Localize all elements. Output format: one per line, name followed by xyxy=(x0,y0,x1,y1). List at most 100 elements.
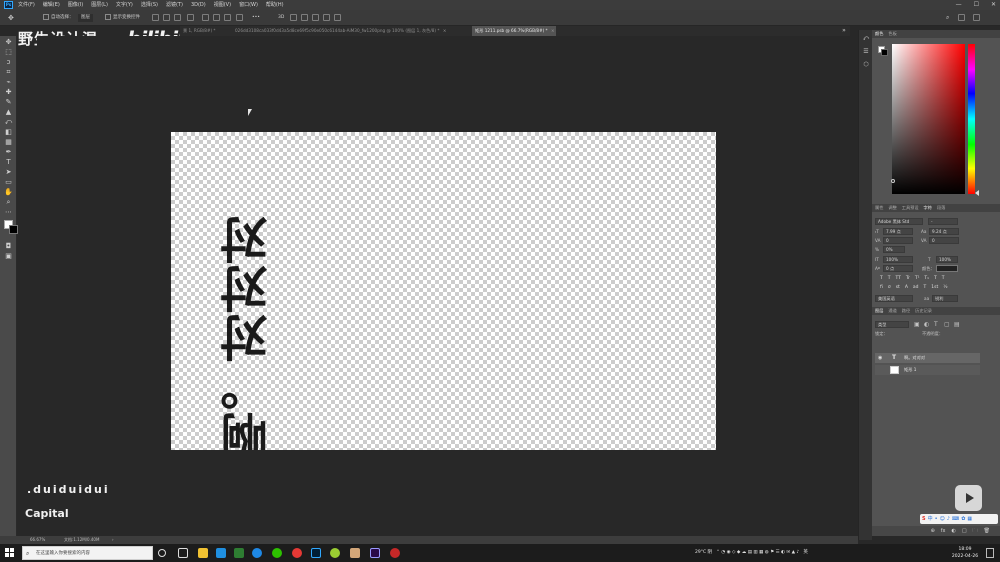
ime-mode-icon[interactable]: 中 xyxy=(928,514,933,524)
layer-filter-select[interactable]: 类型 xyxy=(875,321,909,328)
filter-type-icon[interactable]: T xyxy=(934,321,938,328)
maximize-button[interactable]: ☐ xyxy=(974,0,979,10)
start-button[interactable] xyxy=(5,548,14,557)
menu-window[interactable]: 窗口(W) xyxy=(239,0,258,10)
ime-indicator[interactable]: 英 xyxy=(803,544,808,562)
fractions-button[interactable]: ½ xyxy=(943,284,947,291)
tab-layers[interactable]: 图层 xyxy=(875,307,883,315)
tsume-field[interactable]: 0% xyxy=(883,246,905,253)
more-options-button[interactable]: ••• xyxy=(252,14,260,22)
premiere-icon[interactable] xyxy=(370,548,380,558)
canvas-area[interactable]: 啊。对对对 xyxy=(37,36,850,536)
tray-icons[interactable]: ⌃ ◔ ◉ ◇ ◆ ☁ ▤ ▥ ▦ ◍ ⚑ ☰ ◐ ✉ ▲ ♪ xyxy=(716,544,799,562)
font-family-select[interactable]: Adobe 黑体 Std xyxy=(875,218,923,225)
type-tool-icon[interactable]: T xyxy=(4,158,13,166)
tab-document-2[interactable]: 026dd3108ca033f0d43a5d8ce69f5c90e050c614… xyxy=(232,26,468,36)
eye-icon[interactable]: ◉ xyxy=(878,355,882,361)
3d-scale-icon[interactable] xyxy=(334,14,341,21)
history-brush-icon[interactable]: ⤺ xyxy=(4,118,13,126)
edit-toolbar-icon[interactable]: ⋯ xyxy=(4,208,13,216)
weather-widget[interactable]: 29°C 阴 xyxy=(695,544,712,562)
move-tool-icon[interactable]: ✥ xyxy=(4,38,13,46)
underline-button[interactable]: T xyxy=(934,275,937,282)
tab-paths[interactable]: 路径 xyxy=(902,307,910,315)
tab-document-1[interactable]: 景 1, RGB/8#) * xyxy=(180,26,232,36)
xbox-icon[interactable] xyxy=(234,548,244,558)
tab-properties[interactable]: 属性 xyxy=(875,204,883,212)
ligature-button[interactable]: fi xyxy=(880,284,883,291)
tab-color[interactable]: 颜色 xyxy=(875,30,883,38)
menu-filter[interactable]: 滤镜(T) xyxy=(166,0,183,10)
align-center-icon[interactable] xyxy=(163,14,170,21)
workspace-icon[interactable] xyxy=(958,14,965,21)
hand-tool-icon[interactable]: ✋ xyxy=(4,188,13,196)
strikethrough-button[interactable]: T xyxy=(942,275,945,282)
color-picker-ring[interactable] xyxy=(891,179,895,183)
adjustment-layer-icon[interactable]: ◐ xyxy=(952,526,956,536)
menu-edit[interactable]: 编辑(E) xyxy=(43,0,60,10)
ordinals-2-button[interactable]: 1st xyxy=(931,284,938,291)
menu-file[interactable]: 文件(F) xyxy=(18,0,35,10)
path-select-tool-icon[interactable]: ➤ xyxy=(4,168,13,176)
video-play-icon[interactable] xyxy=(955,485,982,511)
menu-select[interactable]: 选择(S) xyxy=(141,0,158,10)
search-icon[interactable]: ⌕ xyxy=(946,14,949,22)
ime-menu-icon[interactable]: ▦ xyxy=(967,514,972,524)
subscript-button[interactable]: T₁ xyxy=(924,275,929,282)
background-color-swatch[interactable] xyxy=(9,225,18,234)
tab-tool-presets[interactable]: 工具预设 xyxy=(902,204,919,212)
move-tool-icon[interactable]: ✥ xyxy=(8,14,14,22)
3d-pan-icon[interactable] xyxy=(312,14,319,21)
auto-select-checkbox[interactable] xyxy=(43,14,49,20)
leading-field[interactable]: 9.24 点 xyxy=(929,228,959,235)
ime-logo-icon[interactable]: S xyxy=(922,514,926,524)
clock[interactable]: 18:09 2022-04-26 xyxy=(950,546,980,560)
photoshop-taskbar-icon[interactable] xyxy=(311,548,321,558)
tab-overflow-icon[interactable]: » xyxy=(838,26,850,36)
wechat-icon[interactable] xyxy=(272,548,282,558)
distribute-icon[interactable] xyxy=(202,14,209,21)
cortana-icon[interactable] xyxy=(158,549,166,557)
tab-history[interactable]: 历史记录 xyxy=(915,307,932,315)
tab-swatches[interactable]: 色板 xyxy=(888,30,896,38)
app-icon-2[interactable] xyxy=(350,548,360,558)
menu-type[interactable]: 文字(Y) xyxy=(116,0,133,10)
brush-tool-icon[interactable]: ✎ xyxy=(4,98,13,106)
font-style-select[interactable]: - xyxy=(928,218,958,225)
vertical-text-layer[interactable]: 啊。对对对 xyxy=(213,132,283,450)
tab-channels[interactable]: 通道 xyxy=(888,307,896,315)
properties-panel-icon[interactable]: ☰ xyxy=(862,48,870,56)
superscript-button[interactable]: T¹ xyxy=(915,275,920,282)
tracking-field[interactable]: 0 xyxy=(929,237,959,244)
font-size-field[interactable]: 7.99 点 xyxy=(883,228,913,235)
notification-icon[interactable] xyxy=(986,548,994,558)
discretionary-ligature-button[interactable]: st xyxy=(896,284,900,291)
filter-pixel-icon[interactable]: ▣ xyxy=(914,321,920,328)
kerning-field[interactable]: 0 xyxy=(883,237,913,244)
recorder-icon[interactable] xyxy=(390,548,400,558)
chrome-icon[interactable] xyxy=(292,548,302,558)
filter-shape-icon[interactable]: ▢ xyxy=(944,321,950,328)
link-layers-icon[interactable]: ⊕ xyxy=(931,526,935,536)
distribute-spacing-icon[interactable] xyxy=(236,14,243,21)
ime-skin-icon[interactable]: ✿ xyxy=(961,514,965,524)
document-canvas[interactable]: 啊。对对对 xyxy=(171,132,716,450)
distribute-vertical-icon[interactable] xyxy=(213,14,220,21)
ime-voice-icon[interactable]: ♪ xyxy=(947,514,950,524)
layer-row-text[interactable]: ◉ T 啊。对对对 xyxy=(875,353,980,363)
ime-punct-icon[interactable]: • xyxy=(935,514,938,524)
all-caps-button[interactable]: TT xyxy=(896,275,901,282)
pen-tool-icon[interactable]: ✒ xyxy=(4,148,13,156)
share-icon[interactable] xyxy=(973,14,980,21)
faux-italic-button[interactable]: T xyxy=(888,275,891,282)
ime-keyboard-icon[interactable]: ⌨ xyxy=(952,514,959,524)
layer-row-shape[interactable]: 矩形 1 xyxy=(875,365,980,375)
filter-adjust-icon[interactable]: ◐ xyxy=(924,321,929,328)
tab-paragraph[interactable]: 段落 xyxy=(937,204,945,212)
show-transform-checkbox[interactable] xyxy=(105,14,111,20)
3d-roll-icon[interactable] xyxy=(301,14,308,21)
crop-tool-icon[interactable]: ⌗ xyxy=(4,68,13,76)
swash-button[interactable]: σ xyxy=(888,284,891,291)
filter-smart-icon[interactable]: ▤ xyxy=(954,321,960,328)
tab-character[interactable]: 字符 xyxy=(924,204,932,212)
